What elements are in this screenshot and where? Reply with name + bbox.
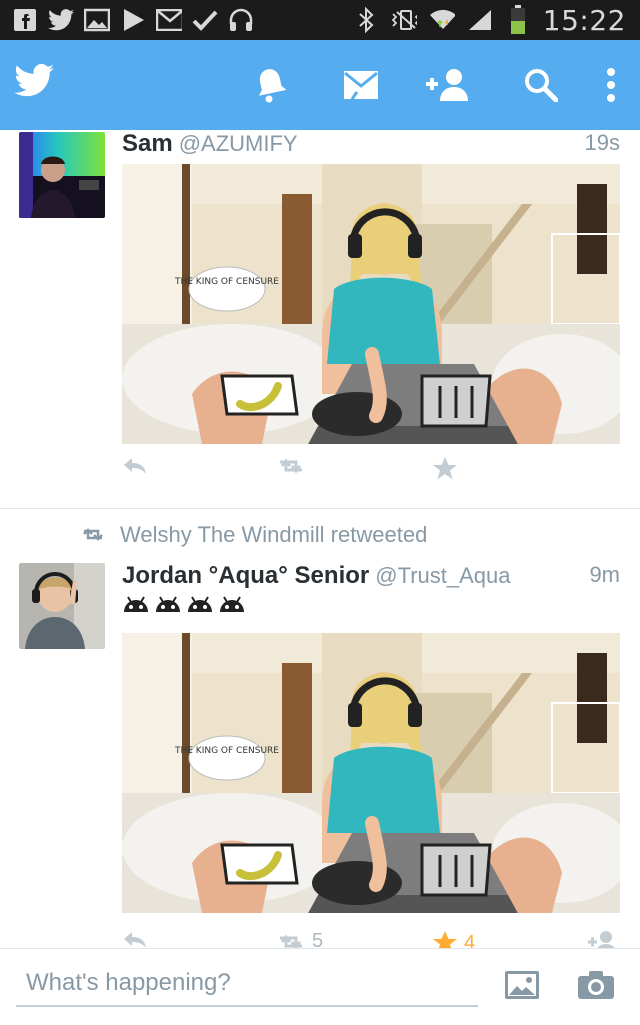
author-handle[interactable]: @Trust_Aqua	[375, 563, 510, 588]
compose-field[interactable]	[16, 963, 478, 1007]
play-icon	[120, 7, 146, 33]
check-icon	[192, 7, 218, 33]
battery-icon	[505, 5, 531, 34]
favorite-icon[interactable]	[432, 456, 458, 482]
android-emoji-icon	[156, 596, 180, 612]
twitter-icon	[48, 7, 74, 33]
status-bar: 15:22	[0, 0, 640, 40]
tweet-actions	[0, 456, 640, 496]
tweet[interactable]: Jordan °Aqua° Senior @Trust_Aqua 9m THE …	[0, 560, 640, 954]
headphones-icon	[228, 7, 254, 33]
author-name[interactable]: Sam	[122, 130, 173, 157]
signal-icon	[467, 7, 493, 33]
avatar[interactable]	[19, 563, 105, 649]
gmail-icon	[156, 7, 182, 33]
notifications-icon[interactable]	[248, 62, 294, 108]
tweet-timestamp: 19s	[584, 130, 620, 155]
tweet-text-emoji	[122, 594, 246, 614]
reply-icon[interactable]	[122, 930, 148, 950]
facebook-icon	[12, 7, 38, 33]
clock: 15:22	[542, 3, 626, 37]
divider	[0, 508, 640, 509]
overflow-menu-icon[interactable]	[588, 62, 634, 108]
tweet-header: Sam @AZUMIFY	[122, 130, 298, 158]
author-name[interactable]: Jordan °Aqua° Senior	[122, 562, 369, 589]
retweeted-by-label[interactable]: Welshy The Windmill retweeted	[120, 522, 427, 548]
twitter-logo-icon[interactable]	[14, 64, 58, 104]
compose-input[interactable]	[16, 963, 478, 1003]
retweet-small-icon	[83, 528, 103, 541]
avatar[interactable]	[19, 132, 105, 218]
tweet-timestamp: 9m	[589, 562, 620, 587]
camera-icon[interactable]	[574, 965, 618, 1005]
author-handle[interactable]: @AZUMIFY	[179, 131, 298, 156]
reply-icon[interactable]	[122, 456, 148, 476]
app-bar	[0, 40, 640, 130]
android-emoji-icon	[188, 596, 212, 612]
add-photo-icon[interactable]	[500, 965, 544, 1005]
media-caption: THE KING OF CENSURE	[174, 746, 279, 756]
tweet-media-image[interactable]: THE KING OF CENSURE	[122, 164, 620, 444]
vibrate-icon	[391, 7, 417, 33]
search-icon[interactable]	[518, 62, 564, 108]
compose-bar	[0, 948, 640, 1025]
android-emoji-icon	[124, 596, 148, 612]
media-caption: THE KING OF CENSURE	[174, 277, 279, 287]
gallery-icon	[84, 7, 110, 33]
retweet-context: Welshy The Windmill retweeted	[80, 522, 427, 548]
android-emoji-icon	[220, 596, 244, 612]
wifi-icon	[429, 7, 455, 33]
tweet-media-image[interactable]: THE KING OF CENSURE	[122, 633, 620, 913]
tweet-header: Jordan °Aqua° Senior @Trust_Aqua	[122, 562, 510, 590]
retweet-icon[interactable]	[276, 456, 306, 476]
bluetooth-icon	[353, 7, 379, 33]
add-user-icon[interactable]	[424, 62, 470, 108]
messages-icon[interactable]	[338, 62, 384, 108]
tweet[interactable]: Sam @AZUMIFY 19s THE KING OF CENSURE	[0, 130, 640, 508]
